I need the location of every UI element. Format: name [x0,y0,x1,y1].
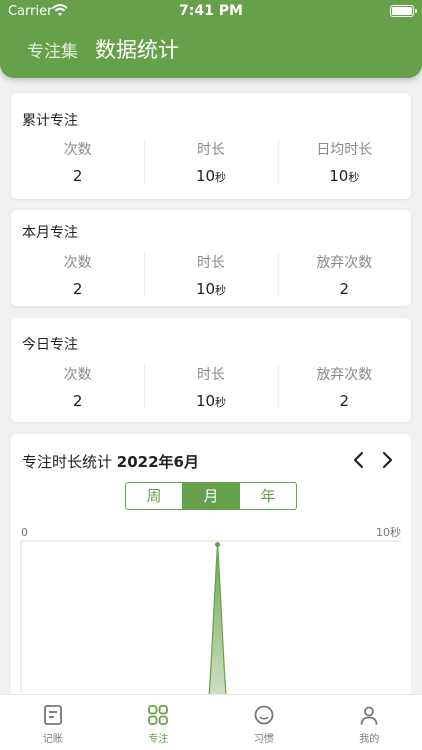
ledger-icon [43,705,62,725]
stat-label: 次数 [63,142,92,158]
stat-abandon-count: 放弃次数 2 [277,250,411,300]
stat-value: 10秒 [329,167,360,185]
grid-icon [148,705,169,725]
duration-chart: 0 10秒 [20,525,401,714]
card-title: 累计专注 [22,113,78,129]
chart-title: 专注时长统计 2022年6月 [22,451,199,472]
stat-count: 次数 2 [11,362,144,412]
month-focus-card: 本月专注 次数 2 时长 10秒 放弃次数 2 [11,210,411,306]
stat-label: 次数 [63,367,92,383]
chart-title-text: 专注时长统计 [22,453,113,471]
stat-label: 放弃次数 [316,367,373,383]
axis-max-label: 10秒 [376,525,401,539]
back-button[interactable]: 专注集 [27,37,78,62]
tab-label: 我的 [359,734,380,745]
stat-value: 2 [339,392,350,410]
stat-label: 放弃次数 [316,255,373,271]
stat-value: 10秒 [195,280,227,298]
stat-value: 2 [72,167,83,185]
smile-icon [254,705,274,725]
stat-value: 10秒 [195,167,227,185]
battery-icon [390,5,417,17]
stat-count: 次数 2 [11,250,144,300]
chart-period: 2022年6月 [116,453,199,471]
tab-ledger[interactable]: 记账 [0,695,106,750]
tab-habit[interactable]: 习惯 [211,695,317,750]
nav-bar: 专注集 数据统计 [0,30,422,70]
chevron-left-icon[interactable] [349,448,369,472]
card-title: 今日专注 [22,337,78,353]
stat-daily-average: 日均时长 10秒 [277,137,411,187]
stat-duration: 时长 10秒 [144,250,277,300]
stat-value: 2 [72,392,83,410]
today-focus-card: 今日专注 次数 2 时长 10秒 放弃次数 2 [11,318,411,422]
person-icon [360,706,378,725]
stat-label: 次数 [63,255,92,271]
segment-week[interactable]: 周 [126,483,182,509]
stat-label: 日均时长 [316,142,373,158]
stat-count: 次数 2 [11,137,144,187]
peak-point [215,542,221,548]
series-area [207,544,228,714]
tab-label: 专注 [148,734,169,745]
axis-min-label: 0 [21,526,28,539]
stat-duration: 时长 10秒 [144,362,277,412]
stat-value: 2 [72,280,83,298]
total-focus-card: 累计专注 次数 2 时长 10秒 日均时长 10秒 [11,93,411,199]
stat-value: 10秒 [195,392,227,410]
duration-chart-card: 专注时长统计 2022年6月 周 月 年 0 10秒 [11,434,411,714]
segment-month[interactable]: 月 [182,483,239,509]
stat-label: 时长 [196,255,225,271]
tab-mine[interactable]: 我的 [317,695,422,750]
period-segmented-control: 周 月 年 [125,482,297,510]
stat-label: 时长 [196,367,225,383]
stat-abandon-count: 放弃次数 2 [277,362,411,412]
page-title: 数据统计 [95,38,179,62]
stat-duration: 时长 10秒 [144,137,277,187]
status-time: 7:41 PM [179,3,243,19]
header: Carrier 7:41 PM 专注集 数据统计 [0,0,422,78]
tab-label: 习惯 [253,734,274,745]
tab-focus[interactable]: 专注 [106,695,212,750]
tab-label: 记账 [42,734,63,745]
chevron-right-icon[interactable] [377,448,397,472]
segment-year[interactable]: 年 [239,483,296,509]
tab-bar: 记账 专注 习惯 我的 [0,694,422,750]
status-bar: Carrier 7:41 PM [0,0,422,24]
stat-value: 2 [339,280,350,298]
stat-label: 时长 [196,142,225,158]
card-title: 本月专注 [22,225,78,241]
